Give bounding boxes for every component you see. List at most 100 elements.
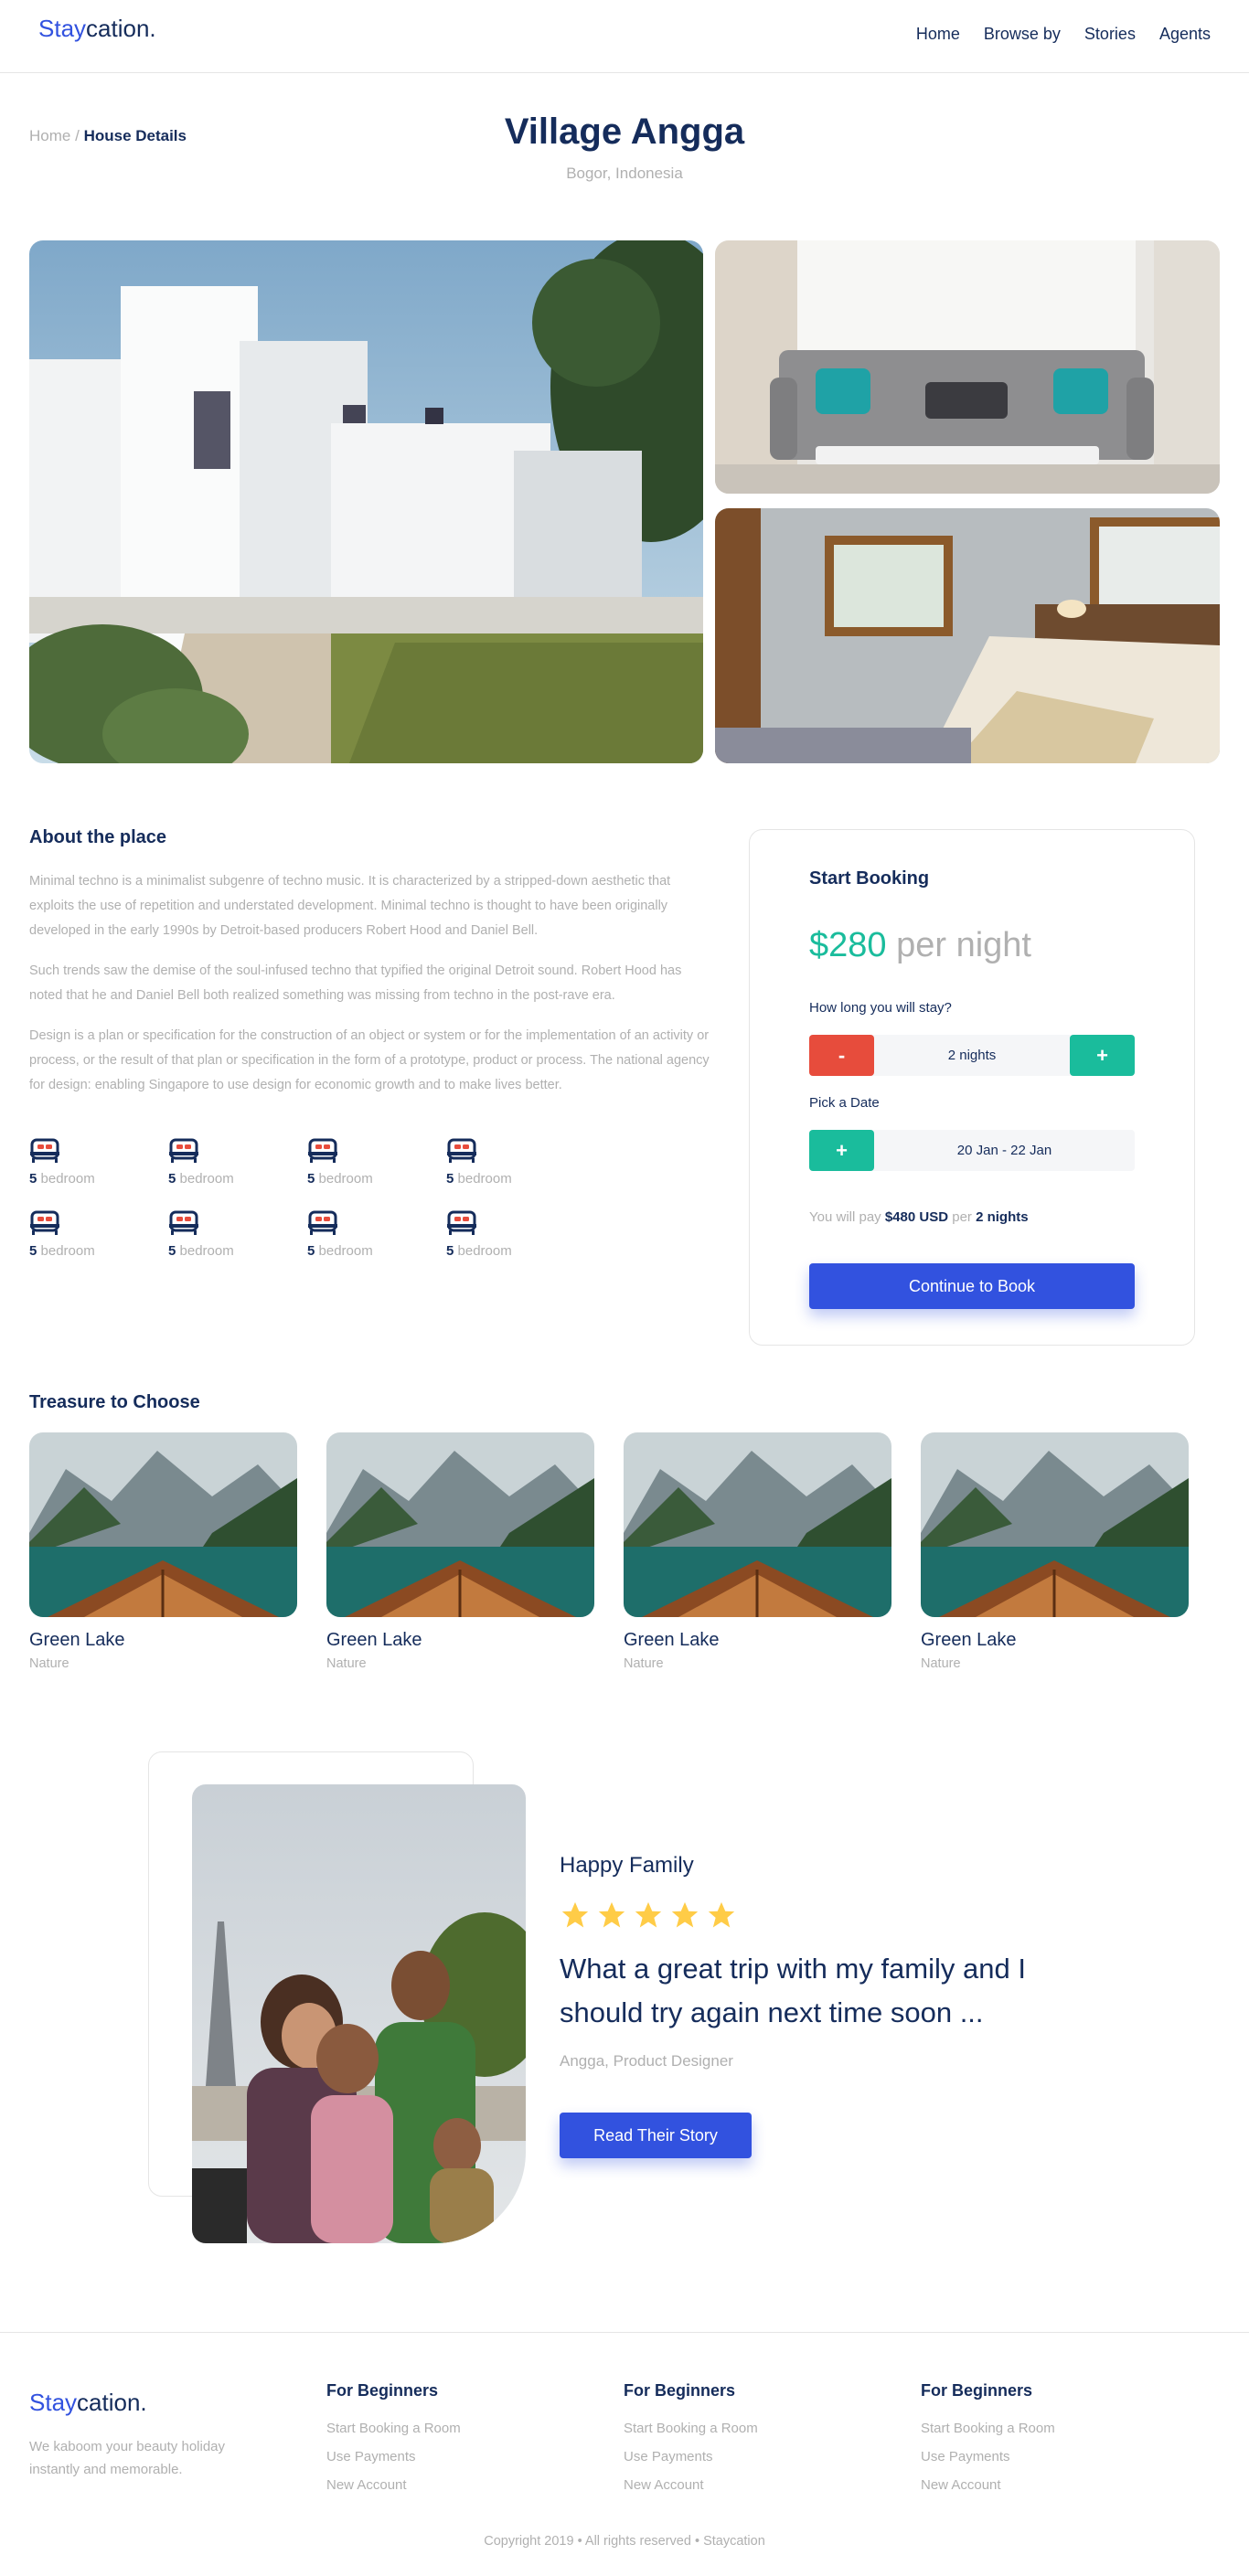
treasure-name[interactable]: Green Lake	[624, 1630, 891, 1651]
testimonial-title: Happy Family	[560, 1853, 694, 1878]
feature-count: 5	[307, 1171, 315, 1187]
footer-column: For Beginners Start Booking a Room Use Pay…	[624, 2381, 758, 2506]
star-icon	[635, 1901, 662, 1928]
date-range-value[interactable]: 20 Jan - 22 Jan	[874, 1130, 1135, 1171]
date-picker: + 20 Jan - 22 Jan	[809, 1130, 1135, 1171]
footer-logo-stay: Stay	[29, 2389, 78, 2416]
duration-label: How long you will stay?	[809, 1000, 952, 1016]
treasure-card[interactable]: Green Lake Nature	[29, 1432, 297, 1671]
feature-item: 5 bedroom	[168, 1208, 296, 1259]
nav-agents[interactable]: Agents	[1159, 25, 1211, 44]
price: $280 per night	[809, 926, 1031, 965]
footer-tagline: We kaboom your beauty holiday instantly …	[29, 2439, 226, 2477]
logo-part-cation: cation.	[86, 15, 156, 42]
price-value: $280	[809, 926, 887, 964]
star-rating	[560, 1900, 737, 1931]
footer-link[interactable]: Use Payments	[624, 2449, 758, 2464]
bed-icon	[308, 1138, 337, 1163]
booking-card: Start Booking $280 per night How long yo…	[749, 829, 1195, 1346]
pay-prefix: You will pay	[809, 1209, 881, 1225]
about-paragraph: Such trends saw the demise of the soul-i…	[29, 963, 682, 1003]
bedroom-photo	[715, 508, 1220, 763]
family-photo	[192, 1784, 526, 2243]
pay-amount: $480 USD	[884, 1209, 949, 1225]
footer-column: For Beginners Start Booking a Room Use Pay…	[326, 2381, 461, 2506]
footer-link[interactable]: New Account	[326, 2477, 461, 2493]
treasure-name[interactable]: Green Lake	[326, 1630, 594, 1651]
treasure-card[interactable]: Green Lake Nature	[624, 1432, 891, 1671]
page-title: Village Angga	[504, 112, 745, 152]
treasure-heading: Treasure to Choose	[29, 1392, 200, 1412]
nav-stories[interactable]: Stories	[1084, 25, 1136, 44]
footer-link[interactable]: Start Booking a Room	[624, 2421, 758, 2436]
increase-nights-button[interactable]: +	[1070, 1035, 1135, 1076]
footer-column-heading: For Beginners	[921, 2381, 1033, 2400]
site-header: Staycation. Home Browse by Stories Agent…	[0, 0, 1249, 73]
brand-logo[interactable]: Staycation.	[38, 15, 156, 43]
feature-item: 5 bedroom	[168, 1136, 296, 1187]
feature-label: bedroom	[457, 1243, 512, 1259]
footer-link[interactable]: Use Payments	[326, 2449, 461, 2464]
treasure-image[interactable]	[624, 1432, 891, 1617]
read-story-button[interactable]: Read Their Story	[560, 2113, 752, 2158]
star-icon	[598, 1901, 625, 1928]
feature-count: 5	[446, 1243, 454, 1259]
main-nav: Home Browse by Stories Agents	[916, 25, 1211, 44]
booking-title: Start Booking	[809, 868, 930, 889]
bed-icon	[447, 1210, 476, 1235]
bed-icon	[30, 1210, 59, 1235]
footer-link[interactable]: New Account	[624, 2477, 758, 2493]
star-icon	[671, 1901, 699, 1928]
footer-link[interactable]: Start Booking a Room	[326, 2421, 461, 2436]
logo-part-stay: Stay	[38, 15, 87, 42]
feature-label: bedroom	[40, 1171, 95, 1187]
feature-label: bedroom	[457, 1171, 512, 1187]
treasure-card[interactable]: Green Lake Nature	[921, 1432, 1189, 1671]
star-icon	[561, 1901, 589, 1928]
about-heading: About the place	[29, 827, 167, 847]
calendar-button[interactable]: +	[809, 1130, 874, 1171]
pay-per: per	[952, 1209, 972, 1225]
about-paragraph: Design is a plan or specification for th…	[29, 1028, 710, 1092]
decrease-nights-button[interactable]: -	[809, 1035, 874, 1076]
copyright: Copyright 2019 • All rights reserved • S…	[484, 2534, 765, 2549]
feature-label: bedroom	[318, 1171, 373, 1187]
footer-link[interactable]: Use Payments	[921, 2449, 1055, 2464]
footer-link[interactable]: Start Booking a Room	[921, 2421, 1055, 2436]
feature-item: 5 bedroom	[446, 1208, 574, 1259]
treasure-card[interactable]: Green Lake Nature	[326, 1432, 594, 1671]
treasure-name[interactable]: Green Lake	[921, 1630, 1189, 1651]
footer-column: For Beginners Start Booking a Room Use Pay…	[921, 2381, 1055, 2506]
feature-item: 5 bedroom	[29, 1136, 157, 1187]
footer-logo[interactable]: Staycation.	[29, 2389, 147, 2417]
feature-count: 5	[29, 1171, 37, 1187]
treasure-image[interactable]	[29, 1432, 297, 1617]
feature-item: 5 bedroom	[446, 1136, 574, 1187]
feature-count: 5	[168, 1243, 176, 1259]
treasure-image[interactable]	[326, 1432, 594, 1617]
payment-summary: You will pay $480 USD per 2 nights	[809, 1209, 1029, 1225]
treasure-name[interactable]: Green Lake	[29, 1630, 297, 1651]
price-unit: per night	[896, 926, 1031, 964]
feature-label: bedroom	[179, 1171, 234, 1187]
nav-home[interactable]: Home	[916, 25, 960, 44]
footer-logo-cation: cation.	[77, 2389, 147, 2416]
treasure-category: Nature	[921, 1656, 961, 1671]
feature-item: 5 bedroom	[29, 1208, 157, 1259]
bed-icon	[447, 1138, 476, 1163]
feature-label: bedroom	[40, 1243, 95, 1259]
duration-stepper: - 2 nights +	[809, 1035, 1135, 1076]
duration-value[interactable]: 2 nights	[874, 1035, 1070, 1076]
testimonial-quote: What a great trip with my family and I s…	[560, 1953, 1026, 2028]
bed-icon	[30, 1138, 59, 1163]
treasure-category: Nature	[29, 1656, 69, 1671]
footer-divider	[0, 2332, 1249, 2333]
continue-to-book-button[interactable]: Continue to Book	[809, 1263, 1135, 1309]
testimonial-author: Angga, Product Designer	[560, 2052, 733, 2070]
bed-icon	[169, 1210, 198, 1235]
nav-browse-by[interactable]: Browse by	[984, 25, 1061, 44]
pay-nights: 2 nights	[976, 1209, 1029, 1225]
feature-item: 5 bedroom	[307, 1208, 435, 1259]
footer-link[interactable]: New Account	[921, 2477, 1055, 2493]
treasure-image[interactable]	[921, 1432, 1189, 1617]
